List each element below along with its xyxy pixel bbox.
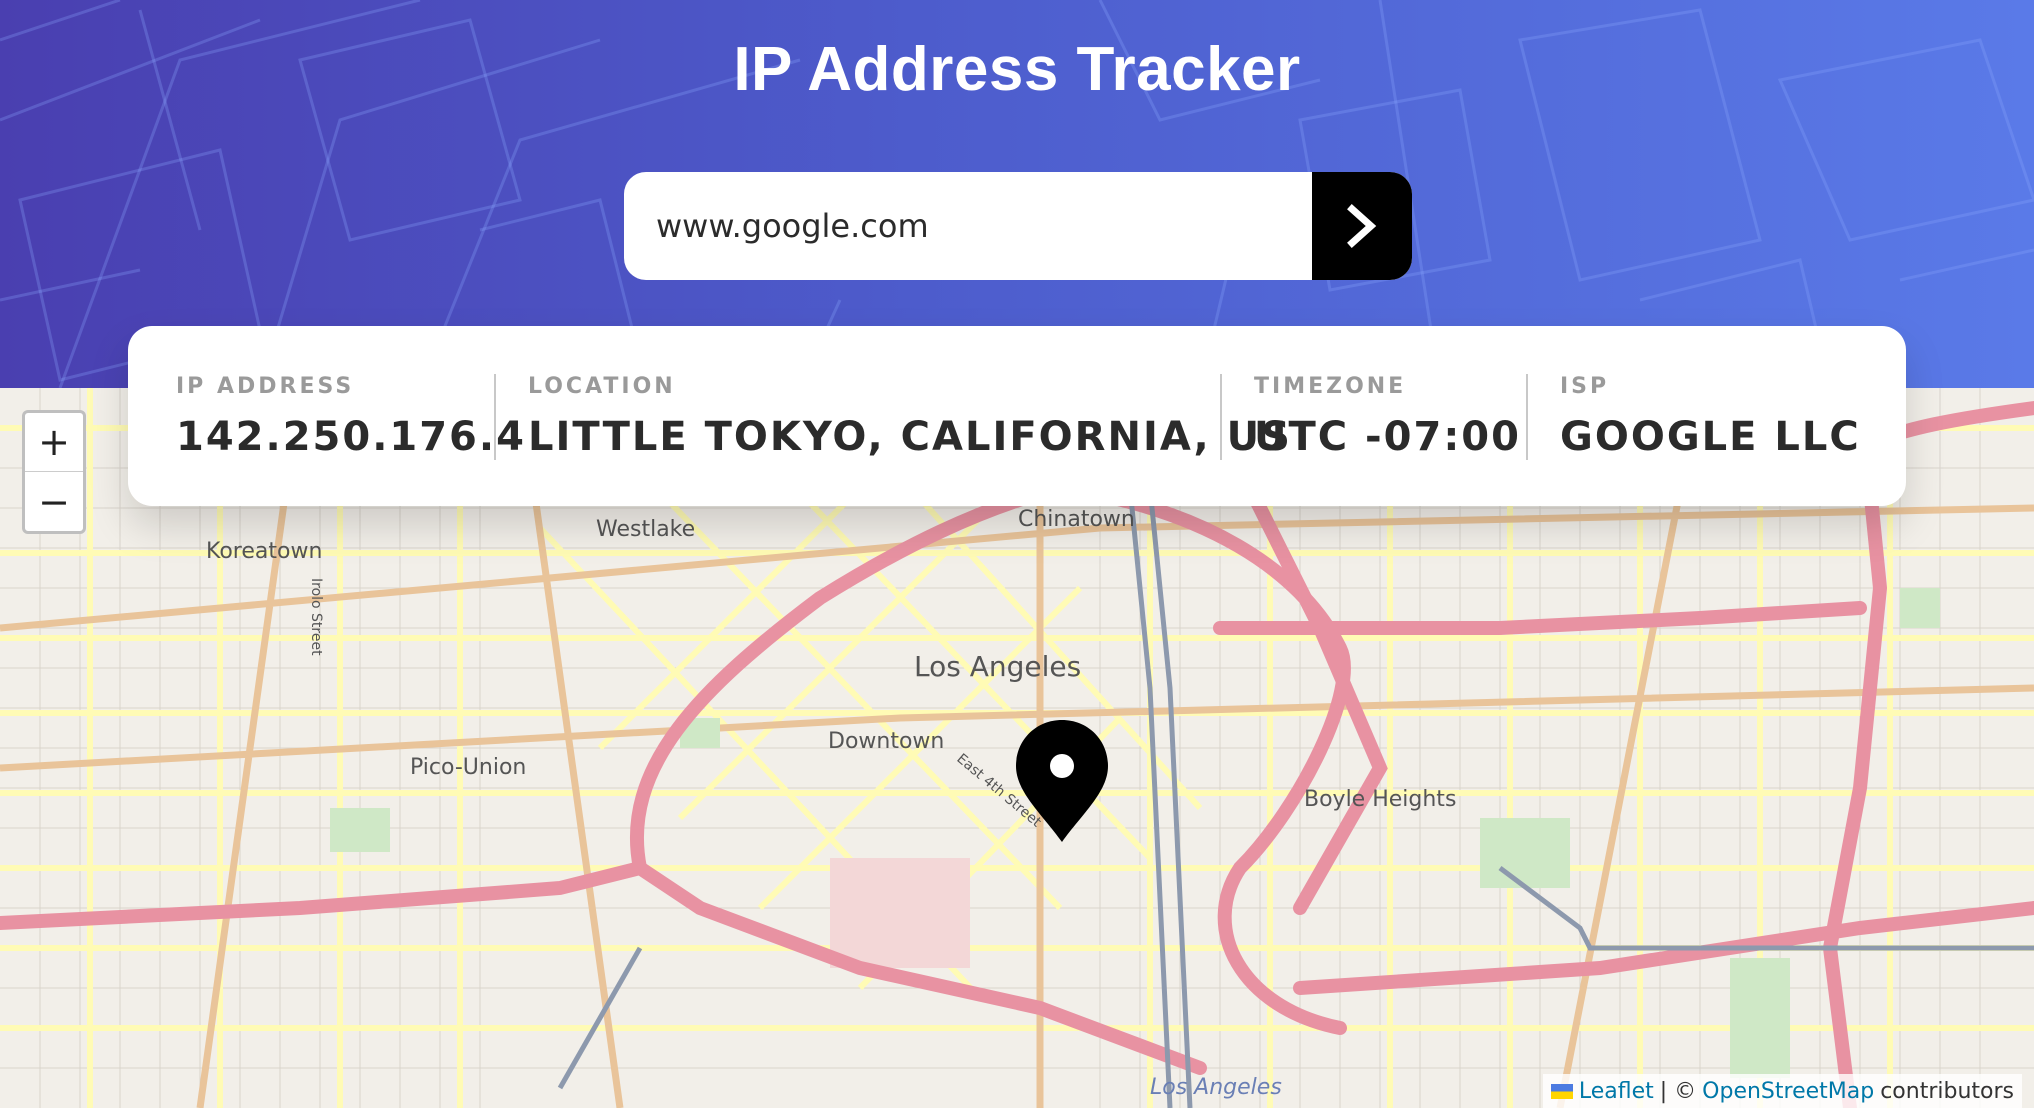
openstreetmap-link[interactable]: OpenStreetMap [1702,1079,1874,1104]
map-label-chinatown: Chinatown [1018,507,1135,532]
divider [494,374,496,460]
map-label-westlake: Westlake [596,517,695,542]
zoom-control: + − [22,410,86,534]
zoom-in-button[interactable]: + [25,413,83,472]
ip-address-label: IP ADDRESS [176,374,355,399]
ip-search-input[interactable] [624,172,1312,280]
isp-label: ISP [1560,374,1610,399]
map-attribution: Leaflet | © OpenStreetMap contributors [1542,1074,2022,1108]
map-label-downtown: Downtown [828,729,944,754]
attribution-suffix: contributors [1880,1078,2014,1104]
map-label-irolo-street: Irolo Street [308,578,324,656]
map-label-los-angeles: Los Angeles [914,650,1081,683]
location-value: LITTLE TOKYO, CALIFORNIA, US [528,414,1292,460]
divider [1220,374,1222,460]
ip-info-card: IP ADDRESS 142.250.176.4 LOCATION LITTLE… [128,326,1906,506]
map-label-boyle-heights: Boyle Heights [1304,787,1456,812]
location-label: LOCATION [528,374,676,399]
timezone-label: TIMEZONE [1254,374,1407,399]
map-label-los-angeles-river: Los Angeles [1150,1075,1282,1100]
map-label-koreatown: Koreatown [206,539,322,564]
submit-button[interactable] [1312,172,1412,280]
ukraine-flag-icon [1550,1083,1573,1099]
divider [1526,374,1528,460]
timezone-value: UTC -07:00 [1254,414,1521,460]
isp-value: GOOGLE LLC [1560,414,1861,460]
map-label-pico-union: Pico-Union [410,755,526,780]
chevron-right-icon [1347,204,1377,248]
attribution-separator: | © [1659,1078,1697,1104]
page-title: IP Address Tracker [733,35,1301,104]
search-bar [624,172,1412,280]
zoom-out-button[interactable]: − [25,472,83,531]
leaflet-link[interactable]: Leaflet [1579,1079,1654,1104]
ip-address-value: 142.250.176.4 [176,414,526,460]
